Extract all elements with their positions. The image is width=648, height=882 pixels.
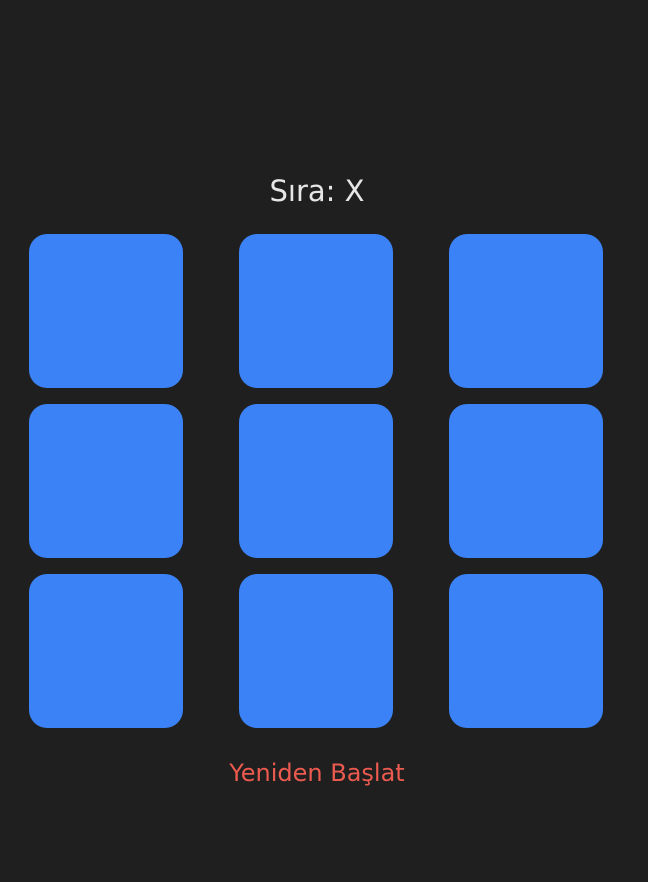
board-cell-5[interactable]: [239, 404, 393, 558]
board-cell-4[interactable]: [29, 404, 183, 558]
board-cell-7[interactable]: [29, 574, 183, 728]
board-cell-3[interactable]: [449, 234, 603, 388]
board-cell-1[interactable]: [29, 234, 183, 388]
turn-indicator: Sıra: X: [269, 174, 365, 208]
board-cell-9[interactable]: [449, 574, 603, 728]
board-cell-6[interactable]: [449, 404, 603, 558]
board-cell-8[interactable]: [239, 574, 393, 728]
board-cell-2[interactable]: [239, 234, 393, 388]
game-board: [29, 234, 604, 728]
restart-button[interactable]: Yeniden Başlat: [0, 756, 634, 790]
game-screen: Sıra: X Yeniden Başlat: [0, 0, 648, 882]
